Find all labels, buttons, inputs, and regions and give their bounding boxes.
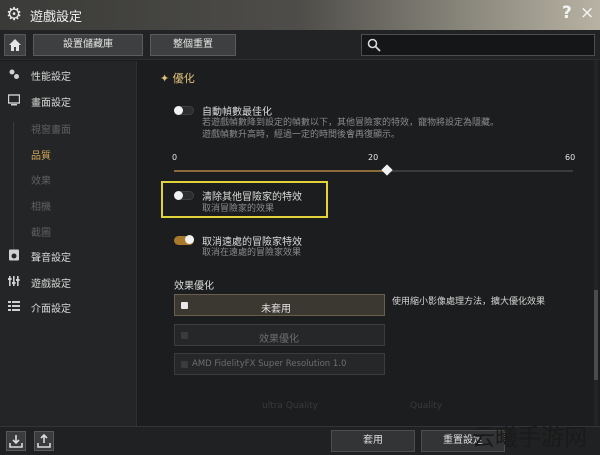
search-icon xyxy=(367,38,381,52)
help-button[interactable]: ? xyxy=(562,3,572,23)
effect-opt-note: 使用縮小影像處理方法，擴大優化效果 xyxy=(392,297,546,307)
search-input[interactable] xyxy=(361,34,595,56)
sub-menu-line xyxy=(13,122,14,252)
home-button[interactable] xyxy=(4,34,26,56)
sidebar-item-interface[interactable]: 介面設定 xyxy=(0,296,137,318)
slider-fill xyxy=(174,170,387,172)
section-title: ✦ 優化 xyxy=(160,72,195,85)
apply-button[interactable]: 套用 xyxy=(331,430,415,452)
import-icon xyxy=(9,435,23,448)
close-button[interactable]: × xyxy=(580,3,594,23)
hide-others-effects-desc: 取消冒險家的效果 xyxy=(202,204,275,214)
sidebar-item-label: 介面設定 xyxy=(31,304,71,315)
window-title: 遊戲設定 xyxy=(30,10,83,25)
sliders-icon xyxy=(9,69,19,79)
option-effect-opt[interactable]: 效果優化 xyxy=(174,324,385,346)
home-icon xyxy=(9,39,21,51)
sub-item-quality[interactable]: 品質 xyxy=(31,147,51,162)
sidebar-item-label: 畫面設定 xyxy=(31,98,71,109)
sidebar-item-label: 性能設定 xyxy=(31,72,71,83)
option-amd-fsr[interactable]: AMD FidelityFX Super Resolution 1.0 xyxy=(174,353,385,375)
reset-all-button[interactable]: 整個重置 xyxy=(150,34,236,56)
faded-row: ultra Quality Quality xyxy=(234,400,514,414)
slider-mid-label: 20 xyxy=(368,153,379,162)
export-icon xyxy=(37,433,51,448)
sub-item-window[interactable]: 視窗畫面 xyxy=(31,121,71,136)
option-label: 效果優化 xyxy=(259,334,299,345)
option-label: AMD FidelityFX Super Resolution 1.0 xyxy=(192,359,347,369)
option-not-applied[interactable]: 未套用 xyxy=(174,294,385,316)
speaker-icon xyxy=(9,249,19,261)
option-label: 未套用 xyxy=(261,304,291,315)
toggle-knob xyxy=(174,106,183,115)
list-icon xyxy=(8,301,20,311)
hide-distant-effects-desc: 取消在遠處的冒險家效果 xyxy=(202,248,302,258)
hide-others-effects-toggle[interactable] xyxy=(174,191,194,200)
sidebar-item-performance[interactable]: 性能設定 xyxy=(0,64,137,86)
faded-left-label: ultra Quality xyxy=(262,401,318,411)
slider-max-label: 60 xyxy=(565,153,576,162)
sidebar-item-sound[interactable]: 聲音設定 xyxy=(0,245,137,267)
sub-item-effects[interactable]: 效果 xyxy=(31,172,51,187)
radio-indicator xyxy=(181,302,188,309)
watermark: 云曦手游网 xyxy=(472,414,600,455)
import-button[interactable] xyxy=(6,431,26,451)
toolbar: 設置儲藏庫 整個重置 xyxy=(0,30,600,60)
sidebar-item-display[interactable]: 畫面設定 xyxy=(0,90,137,112)
sub-item-screenshot[interactable]: 截圖 xyxy=(31,224,51,239)
equalizer-icon xyxy=(8,276,20,286)
toggle-knob xyxy=(185,235,194,244)
auto-fps-toggle[interactable] xyxy=(174,106,194,115)
effect-opt-title: 效果優化 xyxy=(174,281,214,292)
watermark-text: 云曦手游网 xyxy=(472,425,587,451)
sidebar-item-label: 遊戲設定 xyxy=(31,279,71,290)
sidebar xyxy=(0,61,137,426)
monitor-icon xyxy=(8,94,20,106)
scrollbar[interactable] xyxy=(594,60,598,425)
faded-right-label: Quality xyxy=(410,401,443,411)
hide-distant-effects-toggle[interactable] xyxy=(174,235,194,245)
fps-slider[interactable] xyxy=(174,164,573,176)
save-preset-button[interactable]: 設置儲藏庫 xyxy=(33,34,143,56)
sidebar-item-label: 聲音設定 xyxy=(31,253,71,264)
toggle-knob xyxy=(174,191,183,200)
hide-distant-effects-label: 取消遠處的冒險家特效 xyxy=(202,237,302,248)
export-button[interactable] xyxy=(34,431,54,451)
gear-icon: ⚙ xyxy=(6,4,23,25)
hide-others-effects-label: 清除其他冒險家的特效 xyxy=(202,192,302,203)
slider-min-label: 0 xyxy=(172,153,178,162)
scrollbar-thumb[interactable] xyxy=(594,290,598,380)
sidebar-item-game[interactable]: 遊戲設定 xyxy=(0,271,137,293)
auto-fps-label: 自動幀數最佳化 xyxy=(202,107,272,118)
radio-indicator xyxy=(181,332,188,339)
auto-fps-desc-2: 遊戲幀數升高時，經過一定的時間後會再復顯示。 xyxy=(202,130,401,140)
sub-item-camera[interactable]: 相機 xyxy=(31,198,51,213)
auto-fps-desc-1: 若遊戲幀數降到設定的幀數以下，其他冒險家的特效，寵物將設定為隱藏。 xyxy=(202,118,500,128)
radio-indicator xyxy=(181,361,188,368)
title-bar: ⚙ 遊戲設定 ? × xyxy=(0,0,600,30)
